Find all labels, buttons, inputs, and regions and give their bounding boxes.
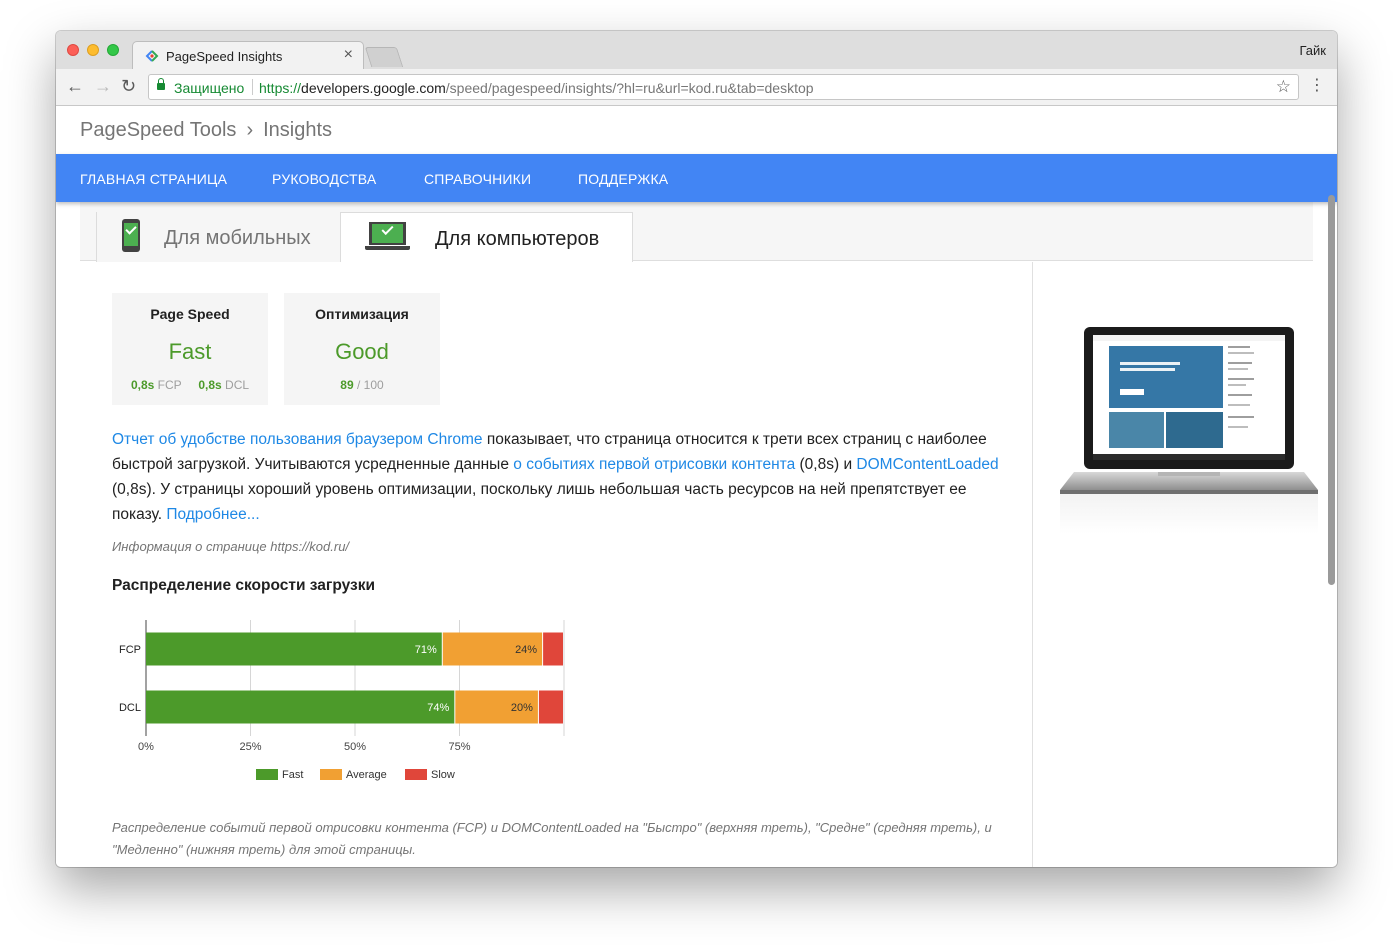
tab-desktop-label: Для компьютеров	[435, 228, 600, 250]
page-scrollbar[interactable]	[1328, 195, 1335, 585]
browser-tab[interactable]: PageSpeed Insights ×	[132, 41, 364, 70]
page-content: PageSpeed Tools › Insights ГЛАВНАЯ СТРАНИЦ…	[56, 107, 1337, 867]
bar-data-label: 20%	[511, 702, 533, 714]
monitor-check-icon	[365, 222, 410, 254]
distribution-footnote: Распределение событий первой отрисовки к…	[112, 820, 992, 857]
bookmark-star-icon[interactable]: ☆	[1276, 77, 1291, 97]
optimization-card: Оптимизация Good 89 / 100	[284, 293, 440, 405]
nav-guides[interactable]: РУКОВОДСТВА	[272, 171, 376, 187]
fcp-label: FCP	[157, 378, 182, 392]
page-speed-metrics: 0,8s FCP 0,8s DCL	[112, 378, 268, 392]
page-speed-title: Page Speed	[150, 306, 230, 322]
bar-data-label: 24%	[515, 644, 537, 656]
bar-slow	[538, 690, 563, 724]
optimization-score: 89 / 100	[284, 378, 440, 392]
site-nav: ГЛАВНАЯ СТРАНИЦА РУКОВОДСТВА СПРАВОЧНИКИ…	[56, 154, 1337, 202]
bar-fast	[146, 632, 442, 666]
bar-data-label: 71%	[415, 644, 437, 656]
tab-close-icon[interactable]: ×	[344, 46, 353, 64]
x-tick-label: 25%	[239, 741, 261, 753]
category-label: FCP	[119, 644, 141, 656]
breadcrumb: PageSpeed Tools › Insights	[80, 119, 332, 142]
desktop-screenshot-preview	[1060, 327, 1318, 534]
legend-swatch	[256, 769, 278, 780]
reload-icon[interactable]: ↻	[121, 76, 136, 96]
close-window-button[interactable]	[67, 44, 79, 56]
page-speed-card: Page Speed Fast 0,8s FCP 0,8s DCL	[112, 293, 268, 405]
url-separator	[252, 79, 253, 95]
dcl-value: 0,8s	[198, 378, 222, 392]
summary-part-2: (0,8s) и	[795, 456, 857, 473]
url-scheme: https://	[259, 80, 302, 96]
distribution-heading: Распределение скорости загрузки	[112, 577, 376, 594]
address-bar[interactable]: Защищено https://developers.google.com/s…	[148, 74, 1299, 100]
legend-swatch	[405, 769, 427, 780]
x-tick-label: 50%	[344, 741, 366, 753]
tab-desktop[interactable]: Для компьютеров	[340, 212, 633, 262]
phone-check-icon	[122, 219, 140, 252]
browser-toolbar: ← → ↻ Защищено https://developers.google…	[56, 69, 1337, 106]
page-speed-value: Fast	[168, 339, 212, 364]
browser-window: PageSpeed Insights × Гайк ← → ↻ Защищено…	[56, 31, 1337, 867]
bar-fast	[146, 690, 455, 724]
learn-more-link[interactable]: Подробнее...	[166, 506, 259, 523]
legend-label: Average	[346, 769, 387, 781]
breadcrumb-chevron-icon: ›	[246, 119, 254, 141]
nav-home[interactable]: ГЛАВНАЯ СТРАНИЦА	[80, 171, 227, 187]
summary-text: Отчет об удобстве пользования браузером …	[112, 427, 1012, 527]
category-label: DCL	[119, 702, 141, 714]
dcl-label: DCL	[225, 378, 250, 392]
tab-title: PageSpeed Insights	[166, 49, 283, 64]
nav-reference[interactable]: СПРАВОЧНИКИ	[424, 171, 531, 187]
x-tick-label: 75%	[448, 741, 470, 753]
column-divider	[1032, 262, 1033, 867]
tab-mobile-label: Для мобильных	[164, 227, 311, 249]
tab-mobile[interactable]: Для мобильных	[96, 212, 341, 262]
x-tick-label: 0%	[138, 741, 154, 753]
back-icon[interactable]: ←	[66, 76, 84, 96]
legend-label: Slow	[431, 769, 455, 781]
secure-label[interactable]: Защищено	[174, 80, 244, 96]
browser-menu-icon[interactable]: ⋮	[1309, 76, 1325, 96]
optimization-score-max: / 100	[357, 378, 384, 392]
optimization-title: Оптимизация	[315, 306, 409, 322]
new-tab-button[interactable]	[364, 47, 404, 67]
breadcrumb-current[interactable]: Insights	[263, 119, 332, 141]
load-distribution-chart: 0% 25% 50% 75% FCP 71% 24% DCL 74% 20% Fast Average…	[119, 620, 565, 781]
bar-slow	[543, 632, 563, 666]
minimize-window-button[interactable]	[87, 44, 99, 56]
domcontentloaded-link[interactable]: DOMContentLoaded	[856, 456, 998, 473]
title-bar: PageSpeed Insights × Гайк	[56, 31, 1337, 70]
legend-label: Fast	[282, 769, 303, 781]
fcp-value: 0,8s	[130, 378, 155, 392]
url-text[interactable]: https://developers.google.com/speed/page…	[259, 80, 814, 96]
page-info: Информация о странице https://kod.ru/	[112, 539, 350, 554]
maximize-window-button[interactable]	[107, 44, 119, 56]
breadcrumb-root[interactable]: PageSpeed Tools	[80, 119, 236, 141]
bar-data-label: 74%	[427, 702, 449, 714]
chrome-ux-report-link[interactable]: Отчет об удобстве пользования браузером …	[112, 431, 483, 448]
lock-icon	[157, 78, 165, 90]
forward-icon[interactable]: →	[94, 76, 112, 96]
url-path: /speed/pagespeed/insights/?hl=ru&url=kod…	[445, 80, 814, 96]
url-host: developers.google.com	[301, 80, 446, 96]
fcp-events-link[interactable]: о событиях первой отрисовки контента	[513, 456, 795, 473]
optimization-value: Good	[335, 339, 389, 364]
profile-name[interactable]: Гайк	[1300, 43, 1327, 58]
optimization-score-value: 89	[340, 378, 354, 392]
legend-swatch	[320, 769, 342, 780]
pagespeed-favicon-icon	[145, 50, 159, 62]
device-tabs: Для мобильных Для компьютеров	[80, 202, 1313, 262]
nav-support[interactable]: ПОДДЕРЖКА	[578, 171, 668, 187]
